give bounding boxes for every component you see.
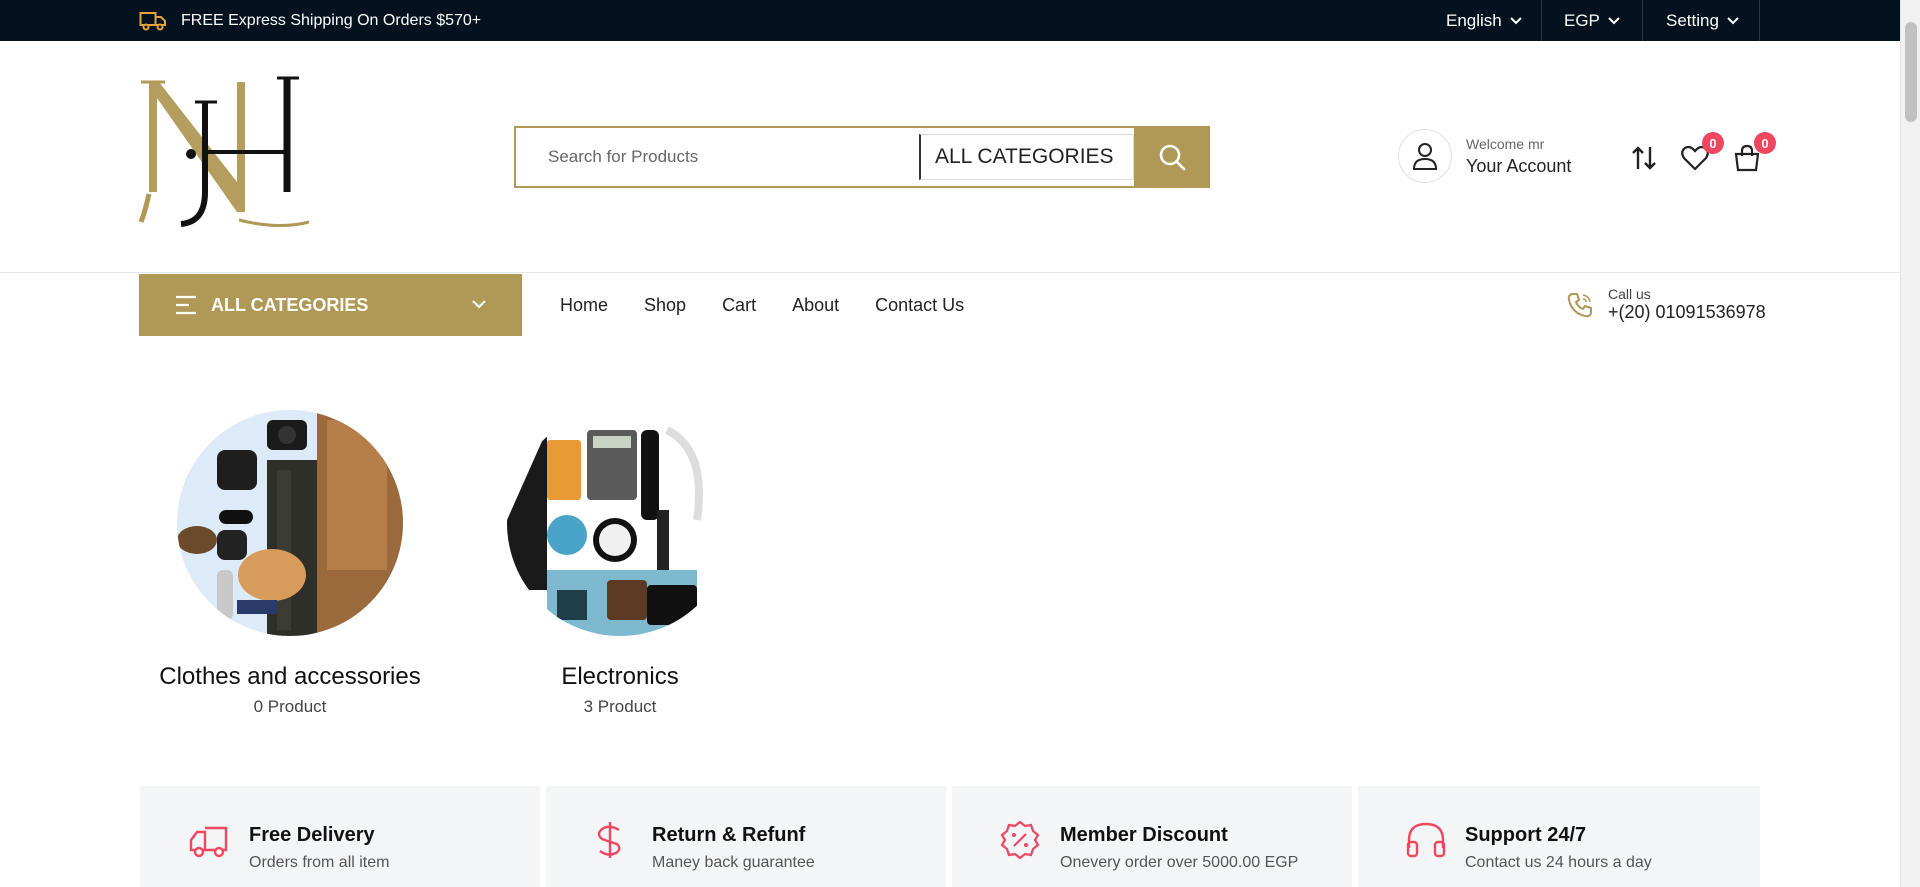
shipping-promo: FREE Express Shipping On Orders $570+ xyxy=(139,0,481,41)
feature-subtitle: Contact us 24 hours a day xyxy=(1465,854,1652,871)
chevron-down-icon xyxy=(1608,16,1620,24)
compare-button[interactable] xyxy=(1627,141,1661,175)
feature-subtitle: Onevery order over 5000.00 EGP xyxy=(1060,854,1299,871)
dollar-icon xyxy=(597,822,621,858)
feature-subtitle: Orders from all item xyxy=(249,854,390,871)
chevron-down-icon xyxy=(1510,16,1522,24)
category-count: 0 Product xyxy=(253,697,327,716)
wishlist-button[interactable]: 0 xyxy=(1678,132,1724,175)
language-label: English xyxy=(1446,10,1502,30)
truck-icon xyxy=(139,11,166,30)
search-button[interactable] xyxy=(1134,126,1210,188)
category-image-electronics xyxy=(507,410,733,636)
setting-label: Setting xyxy=(1666,10,1719,30)
search-category-select[interactable]: ALL CATEGORIES xyxy=(919,134,1134,180)
top-bar: FREE Express Shipping On Orders $570+ En… xyxy=(0,0,1900,41)
nav-link-about[interactable]: About xyxy=(792,295,839,316)
feature-member-discount: Member Discount Onevery order over 5000.… xyxy=(952,786,1352,887)
compare-arrows-icon xyxy=(1632,146,1656,170)
feature-return-refund: Return & Refunf Maney back guarantee xyxy=(546,786,946,887)
cart-count-badge: 0 xyxy=(1754,132,1776,154)
category-name: Clothes and accessories xyxy=(159,663,421,690)
site-header: ALL CATEGORIES Welcome mr Your Account xyxy=(0,41,1900,273)
page-scrollbar[interactable] xyxy=(1900,0,1920,887)
feature-title: Free Delivery xyxy=(249,824,375,846)
feature-title: Support 24/7 xyxy=(1465,824,1587,846)
chevron-down-icon xyxy=(1727,16,1739,24)
all-categories-label: ALL CATEGORIES xyxy=(211,294,369,315)
percent-badge-icon xyxy=(1000,820,1040,860)
category-count: 3 Product xyxy=(583,697,657,716)
all-categories-button[interactable]: ALL CATEGORIES xyxy=(139,274,522,336)
account-label: Your Account xyxy=(1466,155,1572,176)
wishlist-count-badge: 0 xyxy=(1702,132,1724,154)
nav-link-cart[interactable]: Cart xyxy=(722,295,756,316)
user-icon xyxy=(1412,143,1438,170)
call-number: +(20) 01091536978 xyxy=(1608,302,1766,322)
nav-link-home[interactable]: Home xyxy=(560,295,608,316)
feature-title: Member Discount xyxy=(1060,824,1228,846)
menu-icon xyxy=(176,295,196,315)
cart-button[interactable]: 0 xyxy=(1730,132,1776,175)
feature-title: Return & Refunf xyxy=(652,824,806,846)
main-nav: Home Shop Cart About Contact Us xyxy=(560,274,964,336)
truck-icon xyxy=(189,826,228,858)
language-dropdown[interactable]: English xyxy=(1446,0,1522,41)
divider xyxy=(1541,0,1542,41)
avatar xyxy=(1398,129,1452,183)
divider xyxy=(1642,0,1643,41)
feature-support: Support 24/7 Contact us 24 hours a day xyxy=(1358,786,1760,887)
scrollbar-thumb[interactable] xyxy=(1905,22,1917,122)
category-card-electronics[interactable]: Electronics 3 Product xyxy=(470,410,770,717)
feature-subtitle: Maney back guarantee xyxy=(652,854,815,871)
divider xyxy=(1759,0,1760,41)
search-bar: ALL CATEGORIES xyxy=(514,126,1210,188)
chevron-down-icon xyxy=(472,300,486,309)
headphones-icon xyxy=(1406,822,1446,858)
welcome-text: Welcome mr xyxy=(1466,135,1545,152)
phone-icon xyxy=(1567,292,1592,317)
brand-logo[interactable] xyxy=(139,72,315,232)
account-link[interactable]: Welcome mr Your Account xyxy=(1398,129,1571,183)
call-us[interactable]: Call us +(20) 01091536978 xyxy=(1566,286,1766,323)
search-icon xyxy=(1159,144,1186,171)
currency-dropdown[interactable]: EGP xyxy=(1564,0,1620,41)
currency-label: EGP xyxy=(1564,10,1600,30)
nav-link-shop[interactable]: Shop xyxy=(644,295,686,316)
category-name: Electronics xyxy=(561,663,679,690)
shipping-text: FREE Express Shipping On Orders $570+ xyxy=(181,11,482,29)
category-image-clothes xyxy=(177,410,403,636)
nav-link-contact[interactable]: Contact Us xyxy=(875,295,964,316)
call-label: Call us xyxy=(1608,286,1651,302)
setting-dropdown[interactable]: Setting xyxy=(1666,0,1739,41)
search-category-label: ALL CATEGORIES xyxy=(935,145,1114,168)
category-card-clothes[interactable]: Clothes and accessories 0 Product xyxy=(140,410,440,717)
feature-free-delivery: Free Delivery Orders from all item xyxy=(140,786,540,887)
search-input[interactable] xyxy=(516,128,919,186)
